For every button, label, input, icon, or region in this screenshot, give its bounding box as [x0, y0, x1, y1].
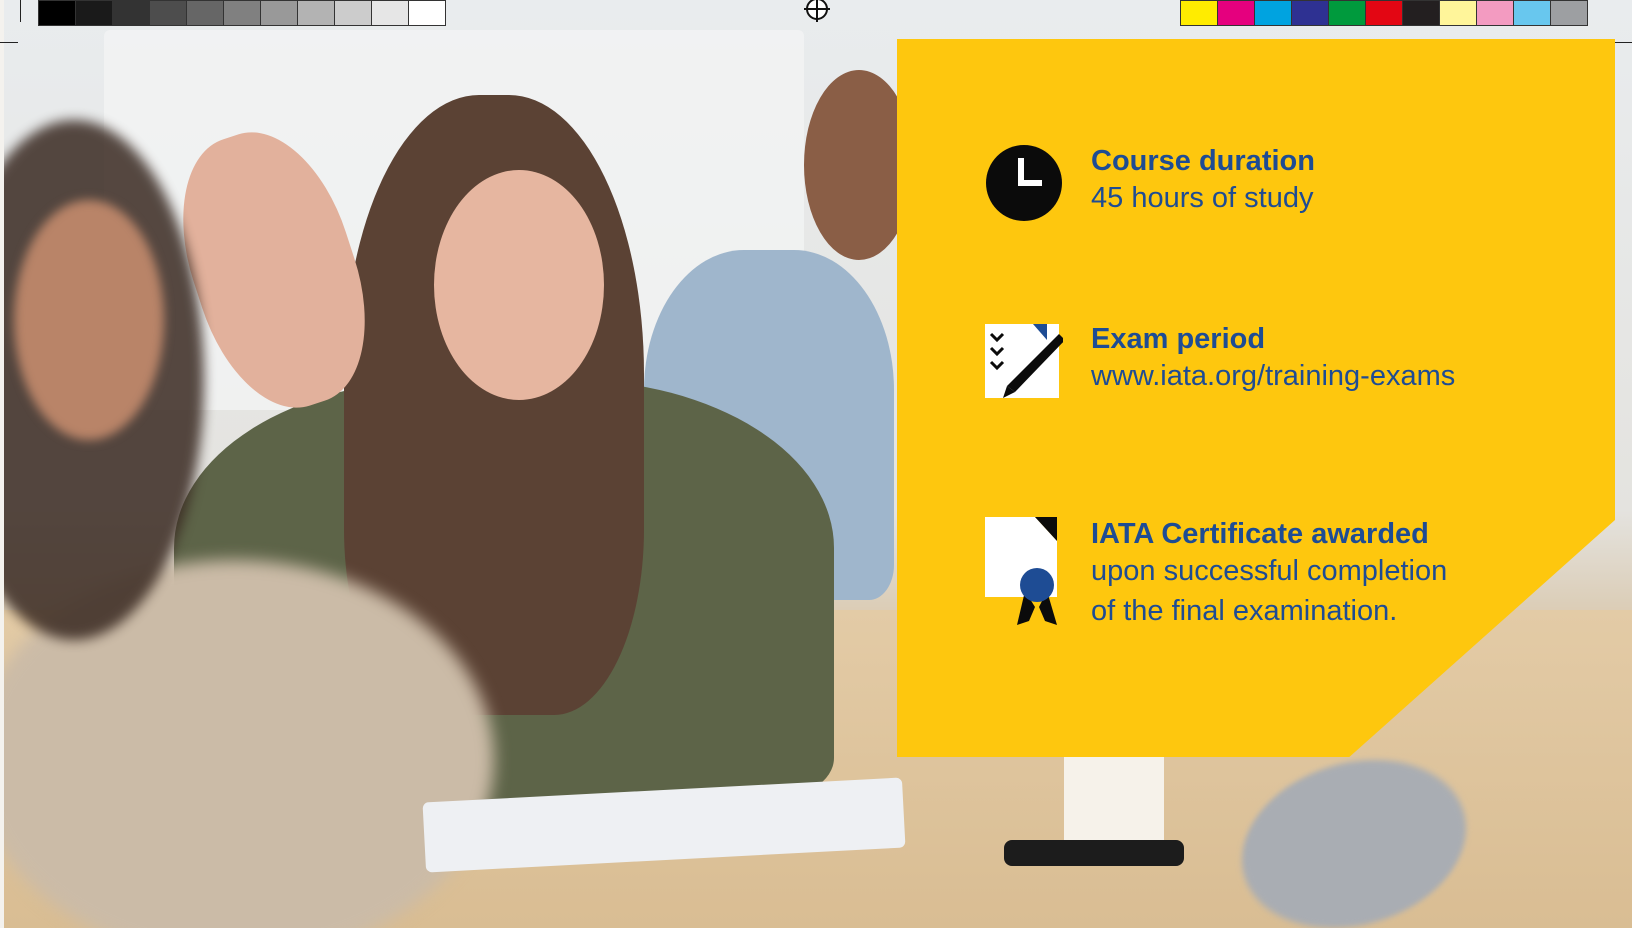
marker-pen	[1004, 840, 1184, 866]
color-swatch	[113, 0, 150, 26]
exam-checklist-icon	[985, 324, 1063, 398]
duration-value: 45 hours of study	[1091, 182, 1314, 214]
grayscale-color-bar	[38, 0, 446, 26]
clock-icon	[986, 145, 1062, 221]
exam-url[interactable]: www.iata.org/training-exams	[1091, 356, 1455, 396]
color-swatch	[1218, 0, 1255, 26]
crop-mark-right	[1614, 42, 1632, 43]
color-swatch	[1255, 0, 1292, 26]
color-swatch	[409, 0, 446, 26]
foreground-person-face	[14, 200, 164, 440]
color-swatch	[1329, 0, 1366, 26]
crop-mark-left	[0, 42, 18, 43]
color-swatch	[298, 0, 335, 26]
info-item-exam: Exam period www.iata.org/training-exams	[985, 322, 1455, 400]
duration-text: Course duration 45 hours of study	[1091, 144, 1315, 218]
process-color-bar	[1180, 0, 1588, 26]
certificate-line-1: upon successful completion	[1091, 555, 1448, 587]
color-swatch	[1551, 0, 1588, 26]
color-swatch	[76, 0, 113, 26]
woman-face	[434, 170, 604, 400]
color-swatch	[1366, 0, 1403, 26]
info-item-duration: Course duration 45 hours of study	[985, 144, 1315, 222]
color-swatch	[187, 0, 224, 26]
crop-mark-top-left	[20, 0, 21, 22]
color-swatch	[38, 0, 76, 26]
certificate-title: IATA Certificate awarded	[1091, 518, 1429, 550]
info-item-certificate: IATA Certificate awarded upon successful…	[985, 517, 1447, 631]
color-swatch	[1403, 0, 1440, 26]
exam-text: Exam period www.iata.org/training-exams	[1091, 322, 1455, 396]
exam-title: Exam period	[1091, 323, 1266, 355]
color-swatch	[372, 0, 409, 26]
certificate-ribbon-icon	[985, 517, 1057, 625]
certificate-line-2: of the final examination.	[1091, 595, 1398, 627]
color-swatch	[1180, 0, 1218, 26]
color-swatch	[1477, 0, 1514, 26]
color-swatch	[1440, 0, 1477, 26]
color-swatch	[335, 0, 372, 26]
color-swatch	[1514, 0, 1551, 26]
duration-title: Course duration	[1091, 145, 1315, 177]
color-swatch	[224, 0, 261, 26]
color-swatch	[261, 0, 298, 26]
color-swatch	[150, 0, 187, 26]
color-swatch	[1292, 0, 1329, 26]
certificate-text: IATA Certificate awarded upon successful…	[1091, 517, 1447, 631]
